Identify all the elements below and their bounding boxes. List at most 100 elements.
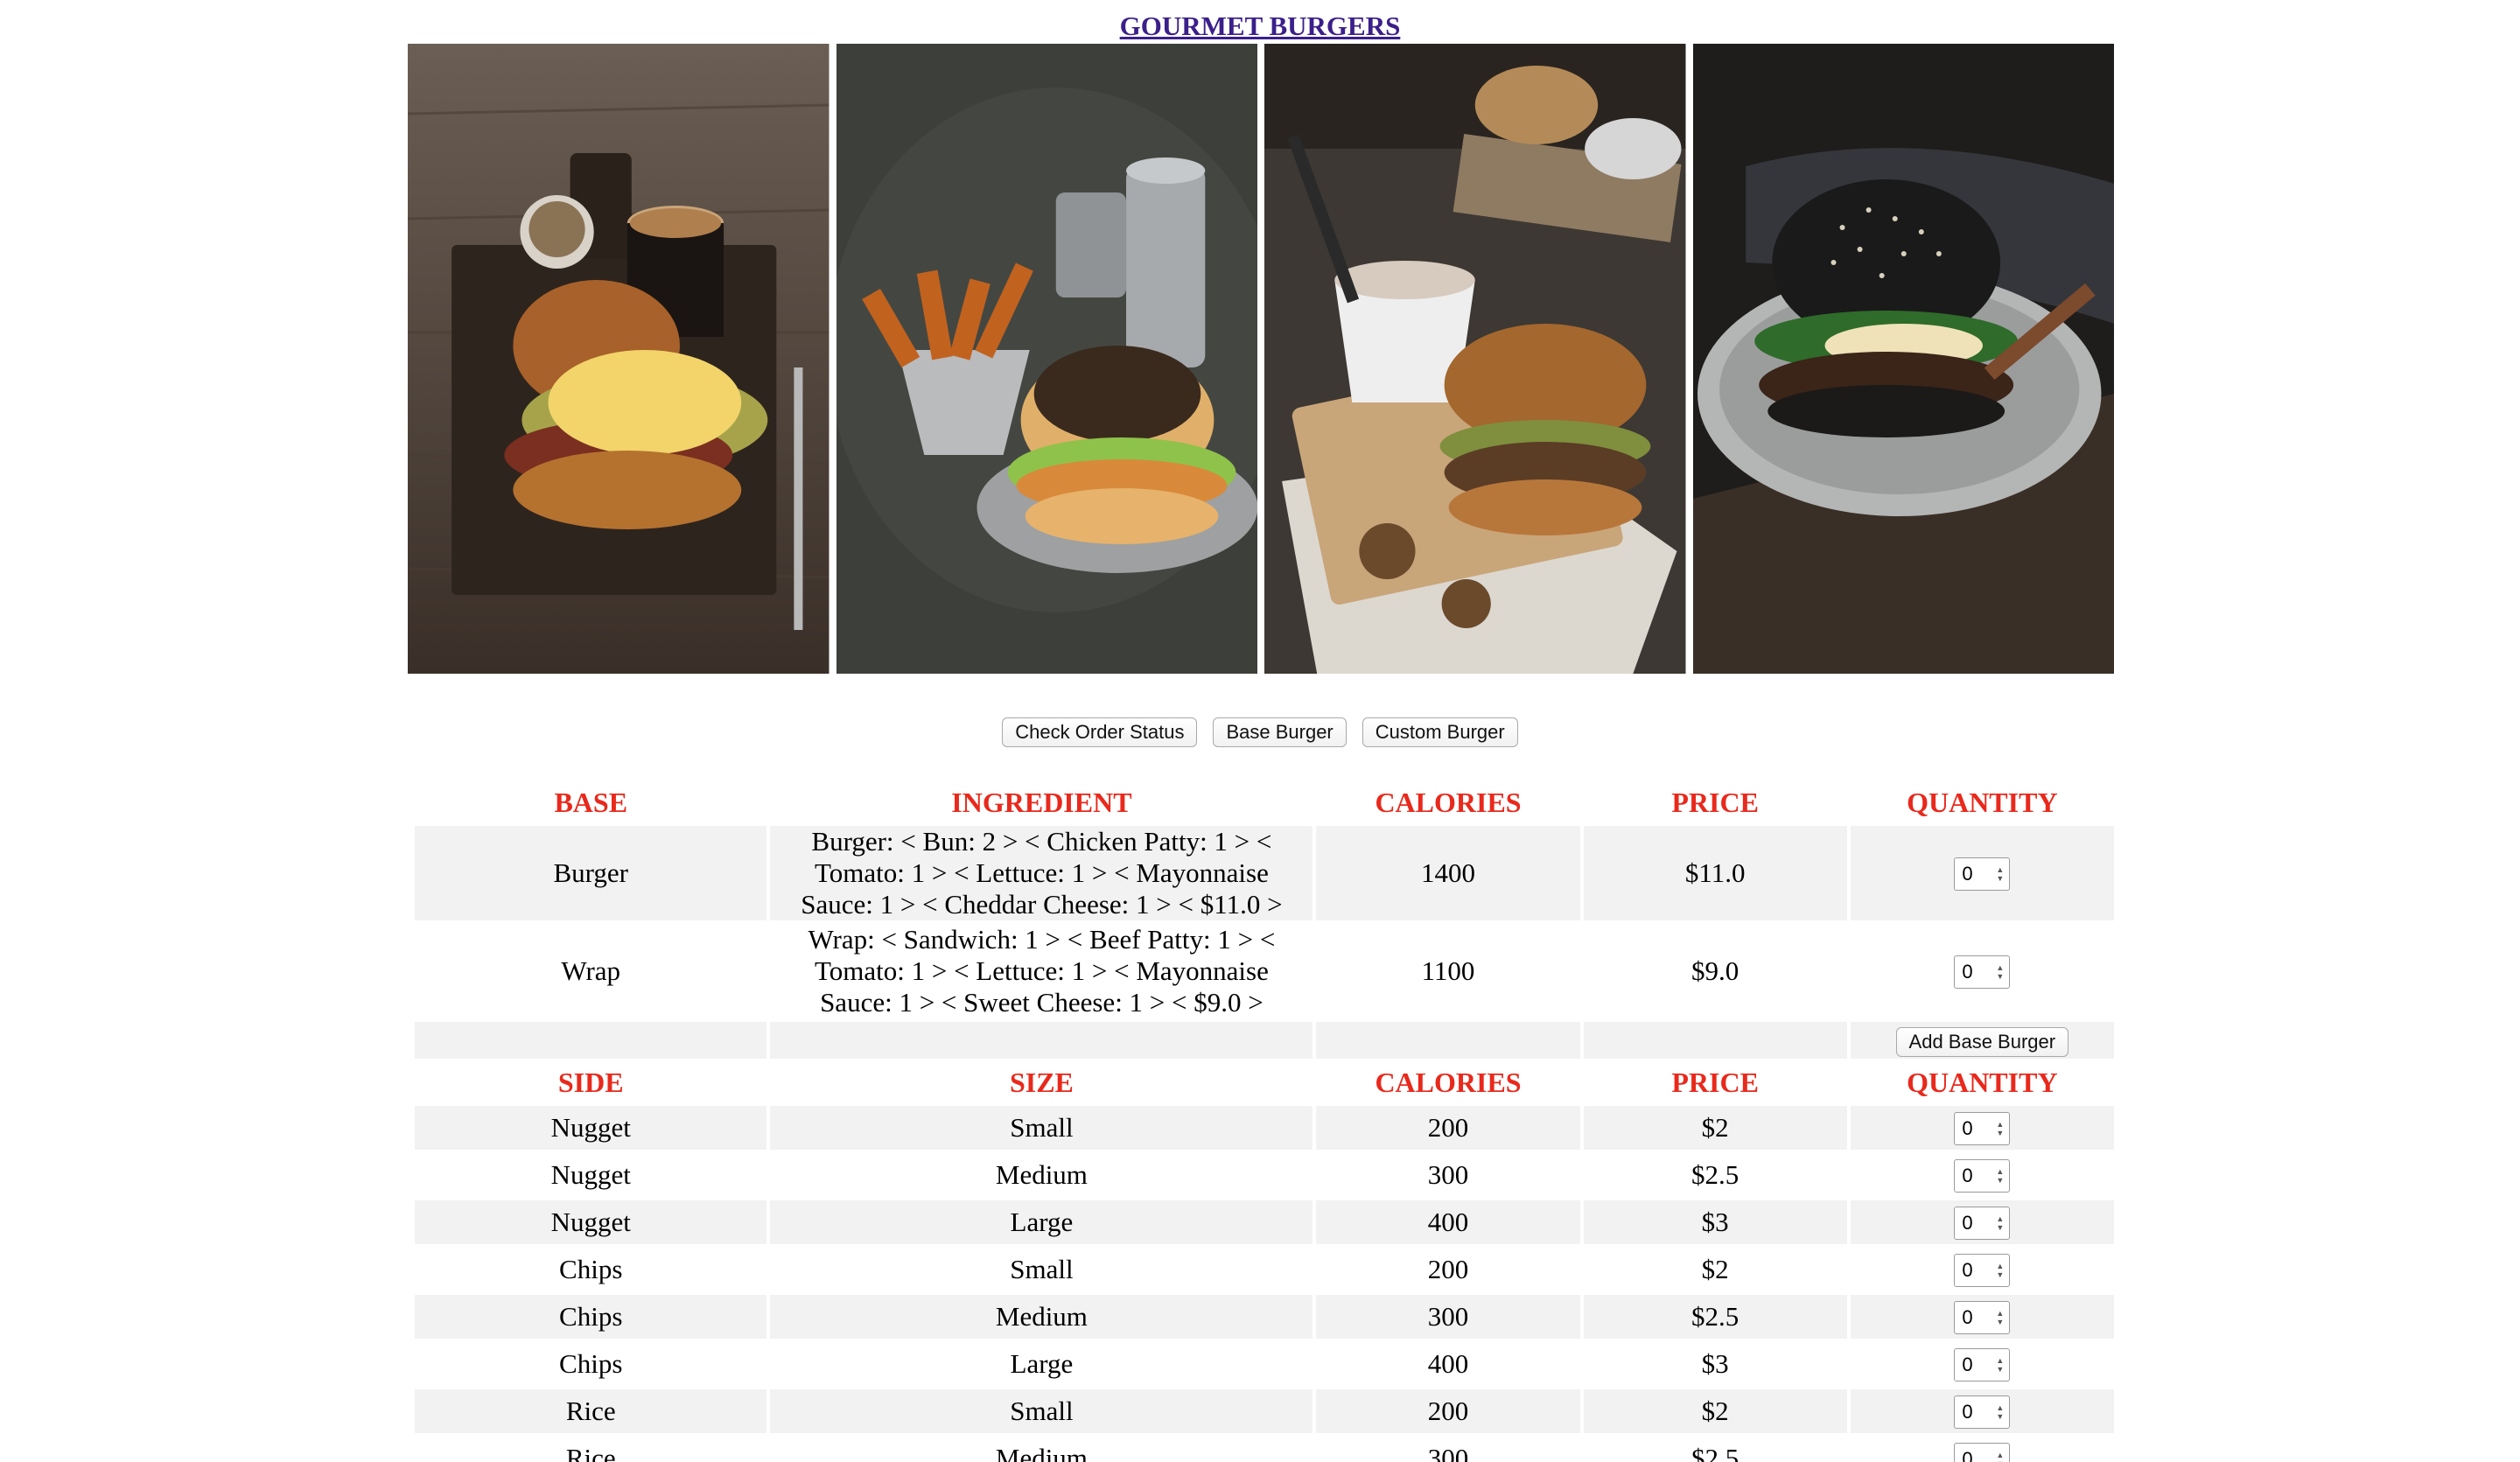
spinner-arrows-icon[interactable]: ▲▼ [1996, 1167, 2004, 1185]
ingredient-header: INGREDIENT [951, 786, 1132, 818]
base-ingredients: Wrap: < Sandwich: 1 > < Beef Patty: 1 > … [808, 924, 1276, 1018]
spinner-arrows-icon[interactable]: ▲▼ [1996, 1214, 2004, 1232]
chicken-burger-fries-photo [836, 44, 1257, 674]
empty-cell [1583, 1022, 1847, 1059]
quantity-value: 0 [1962, 1400, 1973, 1423]
base-header-row: BASE INGREDIENT CALORIES PRICE QUANTITY [415, 782, 2114, 822]
side-side: Rice [415, 1389, 767, 1433]
menu-table: BASE INGREDIENT CALORIES PRICE QUANTITY … [411, 779, 2118, 1462]
base-price: $9.0 [1691, 955, 1740, 986]
spinner-arrows-icon[interactable]: ▲▼ [1996, 1451, 2004, 1462]
quantity-stepper[interactable]: 0 ▲▼ [1954, 1347, 2011, 1382]
quantity-value: 0 [1962, 1116, 1973, 1139]
side-quantity-cell: 0 ▲▼ [1850, 1200, 2114, 1244]
side-row: Rice Small 200 $2 0 ▲ ▼ [415, 1389, 2114, 1433]
side-rows: Nugget Small 200 $2 0 ▲ ▼ Nugget Medium 300 $2.5 0 ▲… [415, 1106, 2114, 1462]
side-header: SIDE [557, 1066, 624, 1098]
spinner-arrows-icon[interactable]: ▲▼ [1996, 865, 2004, 883]
quantity-stepper[interactable]: 0 ▲▼ [1954, 1300, 2011, 1334]
base-name: Wrap [561, 955, 621, 986]
quantity-stepper[interactable]: 0 ▲ ▼ [1954, 955, 2011, 989]
side-quantity-cell: 0 ▲▼ [1850, 1106, 2114, 1150]
add-base-row: Add Base Burger [415, 1022, 2114, 1059]
side-calories: 300 [1427, 1159, 1469, 1190]
spinner-arrows-icon[interactable]: ▲▼ [1996, 963, 2004, 981]
side-quantity-cell: 0 ▲▼ [1851, 1153, 2114, 1197]
quantity-value: 0 [1962, 960, 1973, 983]
quantity-value: 0 [1962, 1164, 1973, 1186]
side-quantity-cell: 0 ▲▼ [1850, 1295, 2114, 1339]
quantity-stepper[interactable]: 0 ▲▼ [1954, 1206, 2011, 1240]
spinner-arrows-icon[interactable]: ▲▼ [1996, 1120, 2004, 1137]
side-size: Small [770, 1106, 1313, 1150]
base-calories: 1100 [1421, 955, 1475, 986]
side-quantity-cell: 0 ▲▼ [1850, 1389, 2114, 1433]
side-calories: 200 [1427, 1254, 1469, 1284]
calories-header: CALORIES [1375, 786, 1522, 818]
quantity-value: 0 [1962, 1353, 1973, 1375]
quantity-stepper[interactable]: 0 ▲▼ [1954, 1253, 2011, 1287]
calories-header: CALORIES [1375, 1066, 1522, 1098]
spinner-arrows-icon[interactable]: ▲▼ [1996, 1309, 2004, 1326]
quantity-value: 0 [1962, 1258, 1973, 1281]
spinner-arrows-icon[interactable]: ▲▼ [1996, 1403, 2004, 1421]
side-calories: 200 [1316, 1389, 1580, 1433]
size-header: SIZE [1009, 1066, 1074, 1098]
side-quantity-cell: 0 ▲▼ [1851, 1342, 2114, 1386]
side-price: $2.5 [1583, 1295, 1847, 1339]
burger-gallery [408, 44, 2114, 674]
side-price: $3 [1583, 1200, 1847, 1244]
add-base-burger-button[interactable]: Add Base Burger [1895, 1027, 2069, 1057]
side-side: Chips [415, 1295, 767, 1339]
price-header: PRICE [1671, 1066, 1759, 1098]
side-price: $2.5 [1691, 1159, 1740, 1190]
side-calories: 200 [1316, 1106, 1580, 1150]
side-header-row: SIDE SIZE CALORIES PRICE QUANTITY [415, 1062, 2114, 1102]
quantity-stepper[interactable]: 0 ▲▼ [1954, 1442, 2011, 1462]
quantity-stepper[interactable]: 0 ▲▼ [1954, 1158, 2011, 1193]
empty-cell [415, 1022, 767, 1059]
charcoal-bun-burger-photo [1692, 44, 2114, 674]
side-side: Rice [565, 1443, 616, 1462]
side-row: Nugget Small 200 $2 0 ▲ ▼ [415, 1106, 2114, 1150]
site-title-link[interactable]: GOURMET BURGERS [1120, 10, 1401, 41]
order-nav: Check Order Status Base Burger Custom Bu… [0, 717, 2520, 747]
base-row-burger: Burger Burger: < Bun: 2 > < Chicken Patt… [415, 826, 2114, 920]
veggie-burger-walnut-photo [1264, 44, 1686, 674]
side-side: Chips [559, 1348, 623, 1379]
quantity-header: QUANTITY [1907, 786, 2058, 818]
quantity-value: 0 [1962, 862, 1973, 885]
side-quantity-cell: 0 ▲▼ [1851, 1437, 2114, 1462]
spinner-arrows-icon[interactable]: ▲▼ [1996, 1356, 2004, 1374]
side-calories: 400 [1316, 1200, 1580, 1244]
side-row: Chips Medium 300 $2.5 0 ▲ ▼ [415, 1295, 2114, 1339]
quantity-stepper[interactable]: 0 ▲ ▼ [1954, 857, 2011, 891]
side-side: Chips [559, 1254, 623, 1284]
base-price: $11.0 [1583, 826, 1847, 920]
side-row: Chips Large 400 $3 0 ▲ ▼ [415, 1342, 2114, 1386]
side-calories: 300 [1316, 1295, 1580, 1339]
quantity-stepper[interactable]: 0 ▲▼ [1954, 1395, 2011, 1429]
side-calories: 300 [1427, 1443, 1469, 1462]
side-price: $2 [1583, 1106, 1847, 1150]
side-price: $2 [1701, 1254, 1729, 1284]
side-price: $2 [1583, 1389, 1847, 1433]
side-size: Small [1010, 1254, 1074, 1284]
side-row: Rice Medium 300 $2.5 0 ▲▼ [415, 1437, 2114, 1462]
check-order-status-button[interactable]: Check Order Status [1002, 717, 1198, 747]
quantity-value: 0 [1962, 1305, 1973, 1328]
site-title: GOURMET BURGERS [0, 0, 2520, 42]
side-quantity-cell: 0 ▲▼ [1851, 1248, 2114, 1291]
base-burger-button[interactable]: Base Burger [1213, 717, 1347, 747]
quantity-stepper[interactable]: 0 ▲▼ [1954, 1111, 2011, 1145]
quantity-value: 0 [1962, 1211, 1973, 1234]
side-size: Medium [770, 1295, 1313, 1339]
side-size: Medium [995, 1443, 1088, 1462]
spinner-arrows-icon[interactable]: ▲▼ [1996, 1262, 2004, 1279]
side-size: Small [770, 1389, 1313, 1433]
base-row-wrap: Wrap Wrap: < Sandwich: 1 > < Beef Patty:… [415, 924, 2114, 1018]
custom-burger-button[interactable]: Custom Burger [1362, 717, 1518, 747]
quantity-value: 0 [1962, 1447, 1973, 1462]
base-quantity-cell: 0 ▲ ▼ [1851, 924, 2114, 1018]
scrambled-egg-burger-photo [408, 44, 830, 674]
